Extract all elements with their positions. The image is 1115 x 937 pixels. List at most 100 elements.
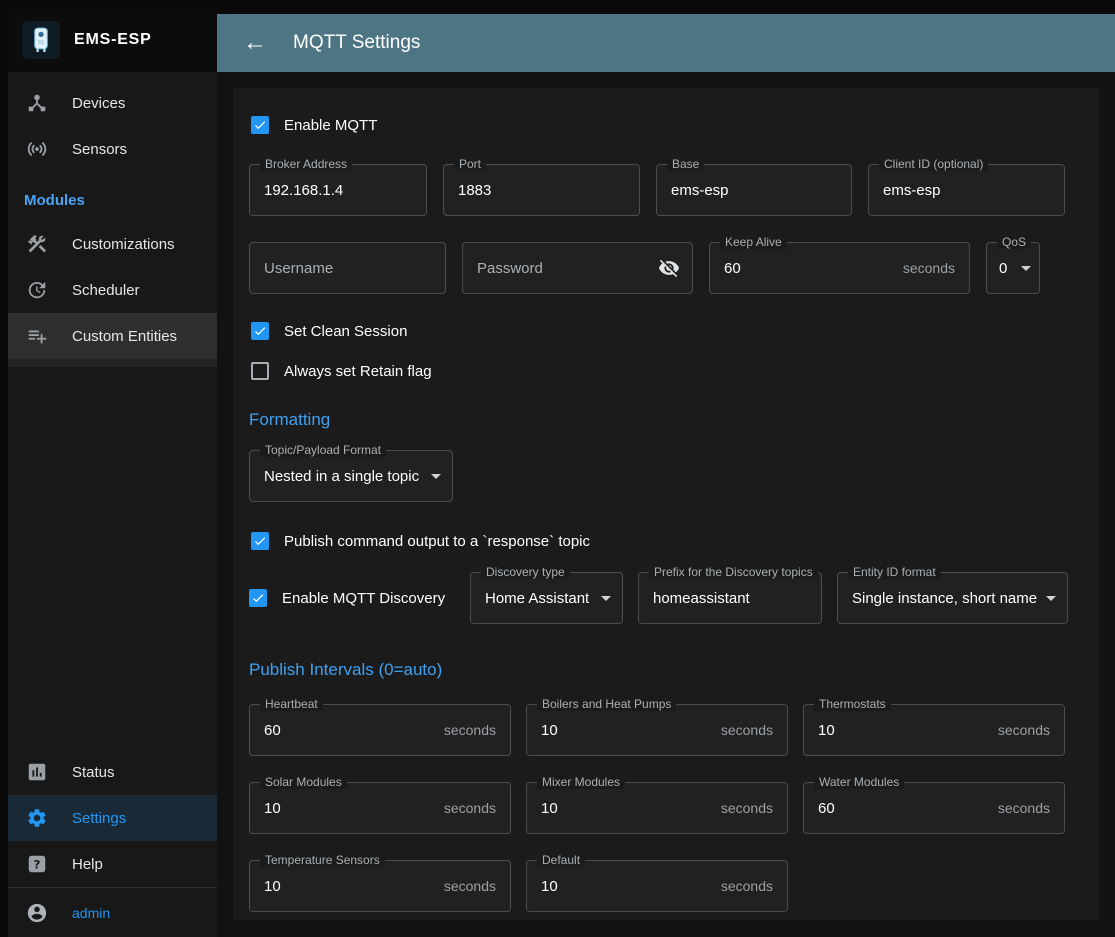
- entity-id-format-select[interactable]: Entity ID format Single instance, short …: [837, 572, 1068, 624]
- port-field: Port: [443, 164, 640, 216]
- field-label: Port: [454, 157, 486, 171]
- discovery-type-select[interactable]: Discovery type Home Assistant: [470, 572, 623, 624]
- publish-response-checkbox[interactable]: Publish command output to a `response` t…: [251, 532, 590, 550]
- sidebar-item-devices[interactable]: Devices: [8, 80, 217, 126]
- sidebar-user-row[interactable]: admin: [8, 887, 217, 937]
- field-label: Base: [667, 157, 704, 171]
- sidebar-item-status[interactable]: Status: [8, 749, 217, 795]
- checkbox-icon: [251, 362, 269, 380]
- enable-mqtt-checkbox[interactable]: Enable MQTT: [251, 116, 377, 134]
- topic-format-row: Topic/Payload Format Nested in a single …: [249, 450, 1083, 502]
- default-interval-input[interactable]: [527, 878, 721, 895]
- field-label: Boilers and Heat Pumps: [537, 697, 676, 711]
- seconds-suffix: seconds: [444, 878, 510, 894]
- username-input[interactable]: [250, 260, 445, 277]
- retain-flag-checkbox[interactable]: Always set Retain flag: [251, 362, 432, 380]
- keep-alive-field: Keep Alive seconds: [709, 242, 970, 294]
- clean-session-checkbox[interactable]: Set Clean Session: [251, 322, 407, 340]
- sidebar-nav-bottom: Status Settings ? Help: [8, 741, 217, 887]
- field-label: Solar Modules: [260, 775, 347, 789]
- discovery-prefix-input[interactable]: [639, 590, 821, 607]
- broker-address-input[interactable]: [250, 182, 426, 199]
- water-modules-field: Water Modules seconds: [803, 782, 1065, 834]
- password-field: [462, 242, 693, 294]
- sidebar-item-scheduler[interactable]: Scheduler: [8, 267, 217, 313]
- brand-header: EMS-ESP: [8, 8, 217, 72]
- broker-row: Broker Address Port Base Client ID (opti…: [249, 164, 1083, 216]
- mqtt-settings-panel: Enable MQTT Broker Address Port Base Cli…: [233, 88, 1099, 920]
- select-value: Home Assistant: [471, 590, 589, 607]
- sensors-icon: [26, 138, 48, 160]
- sidebar-item-label: Devices: [72, 95, 125, 112]
- seconds-suffix: seconds: [903, 260, 969, 276]
- checkbox-label: Publish command output to a `response` t…: [284, 533, 590, 550]
- credentials-row: Keep Alive seconds QoS 0: [249, 242, 1083, 294]
- sidebar-item-customizations[interactable]: Customizations: [8, 221, 217, 267]
- checkbox-label: Always set Retain flag: [284, 363, 432, 380]
- field-label: Mixer Modules: [537, 775, 625, 789]
- seconds-suffix: seconds: [721, 878, 787, 894]
- base-input[interactable]: [657, 182, 851, 199]
- checkbox-icon: [251, 322, 269, 340]
- mixer-modules-input[interactable]: [527, 800, 721, 817]
- heartbeat-field: Heartbeat seconds: [249, 704, 511, 756]
- sidebar-item-label: Scheduler: [72, 282, 140, 299]
- username-field: [249, 242, 446, 294]
- password-input[interactable]: [463, 260, 658, 277]
- thermostats-field: Thermostats seconds: [803, 704, 1065, 756]
- temperature-sensors-input[interactable]: [250, 878, 444, 895]
- keep-alive-input[interactable]: [710, 260, 903, 277]
- brand-title: EMS-ESP: [74, 31, 152, 49]
- publish-intervals-grid: Heartbeat seconds Boilers and Heat Pumps…: [249, 704, 1083, 912]
- temperature-sensors-field: Temperature Sensors seconds: [249, 860, 511, 912]
- back-arrow-icon[interactable]: ←: [243, 31, 267, 55]
- sidebar-item-label: Sensors: [72, 141, 127, 158]
- field-label: QoS: [997, 235, 1031, 249]
- qos-select[interactable]: QoS 0: [986, 242, 1040, 294]
- port-input[interactable]: [444, 182, 639, 199]
- checkbox-icon: [249, 589, 267, 607]
- update-clock-icon: [26, 279, 48, 301]
- water-modules-input[interactable]: [804, 800, 998, 817]
- sidebar-item-settings[interactable]: Settings: [8, 795, 217, 841]
- field-label: Client ID (optional): [879, 157, 988, 171]
- mixer-modules-field: Mixer Modules seconds: [526, 782, 788, 834]
- sidebar-section-modules: Modules: [8, 172, 217, 221]
- solar-modules-field: Solar Modules seconds: [249, 782, 511, 834]
- checkbox-icon: [251, 532, 269, 550]
- thermostats-input[interactable]: [804, 722, 998, 739]
- topic-payload-format-select[interactable]: Topic/Payload Format Nested in a single …: [249, 450, 453, 502]
- username-label: admin: [72, 905, 110, 921]
- sidebar-item-help[interactable]: ? Help: [8, 841, 217, 887]
- client-id-input[interactable]: [869, 182, 1064, 199]
- checkbox-label: Set Clean Session: [284, 323, 407, 340]
- chevron-down-icon: [1021, 266, 1031, 271]
- device-hub-icon: [26, 92, 48, 114]
- seconds-suffix: seconds: [444, 800, 510, 816]
- sidebar-item-custom-entities[interactable]: Custom Entities: [8, 313, 217, 359]
- field-label: Prefix for the Discovery topics: [649, 565, 818, 579]
- sidebar-item-label: Help: [72, 856, 103, 873]
- visibility-off-icon[interactable]: [658, 257, 692, 279]
- seconds-suffix: seconds: [721, 800, 787, 816]
- main-area: Enable MQTT Broker Address Port Base Cli…: [217, 72, 1115, 937]
- sidebar-spacer: [8, 367, 217, 741]
- select-value: Nested in a single topic: [250, 468, 419, 485]
- solar-modules-input[interactable]: [250, 800, 444, 817]
- chevron-down-icon: [601, 596, 611, 601]
- sidebar-nav-top: Devices Sensors: [8, 72, 217, 172]
- boilers-field: Boilers and Heat Pumps seconds: [526, 704, 788, 756]
- sidebar-item-sensors[interactable]: Sensors: [8, 126, 217, 172]
- boilers-input[interactable]: [527, 722, 721, 739]
- heartbeat-input[interactable]: [250, 722, 444, 739]
- enable-discovery-checkbox[interactable]: Enable MQTT Discovery: [249, 589, 455, 607]
- account-circle-icon: [26, 902, 48, 924]
- seconds-suffix: seconds: [998, 800, 1064, 816]
- boiler-logo-icon: [22, 21, 60, 59]
- base-field: Base: [656, 164, 852, 216]
- ems-esp-app: EMS-ESP Devices Sensors Modules: [0, 0, 1115, 937]
- select-value: 0: [987, 260, 1007, 277]
- field-label: Topic/Payload Format: [260, 443, 386, 457]
- seconds-suffix: seconds: [444, 722, 510, 738]
- select-value: Single instance, short name: [838, 590, 1037, 607]
